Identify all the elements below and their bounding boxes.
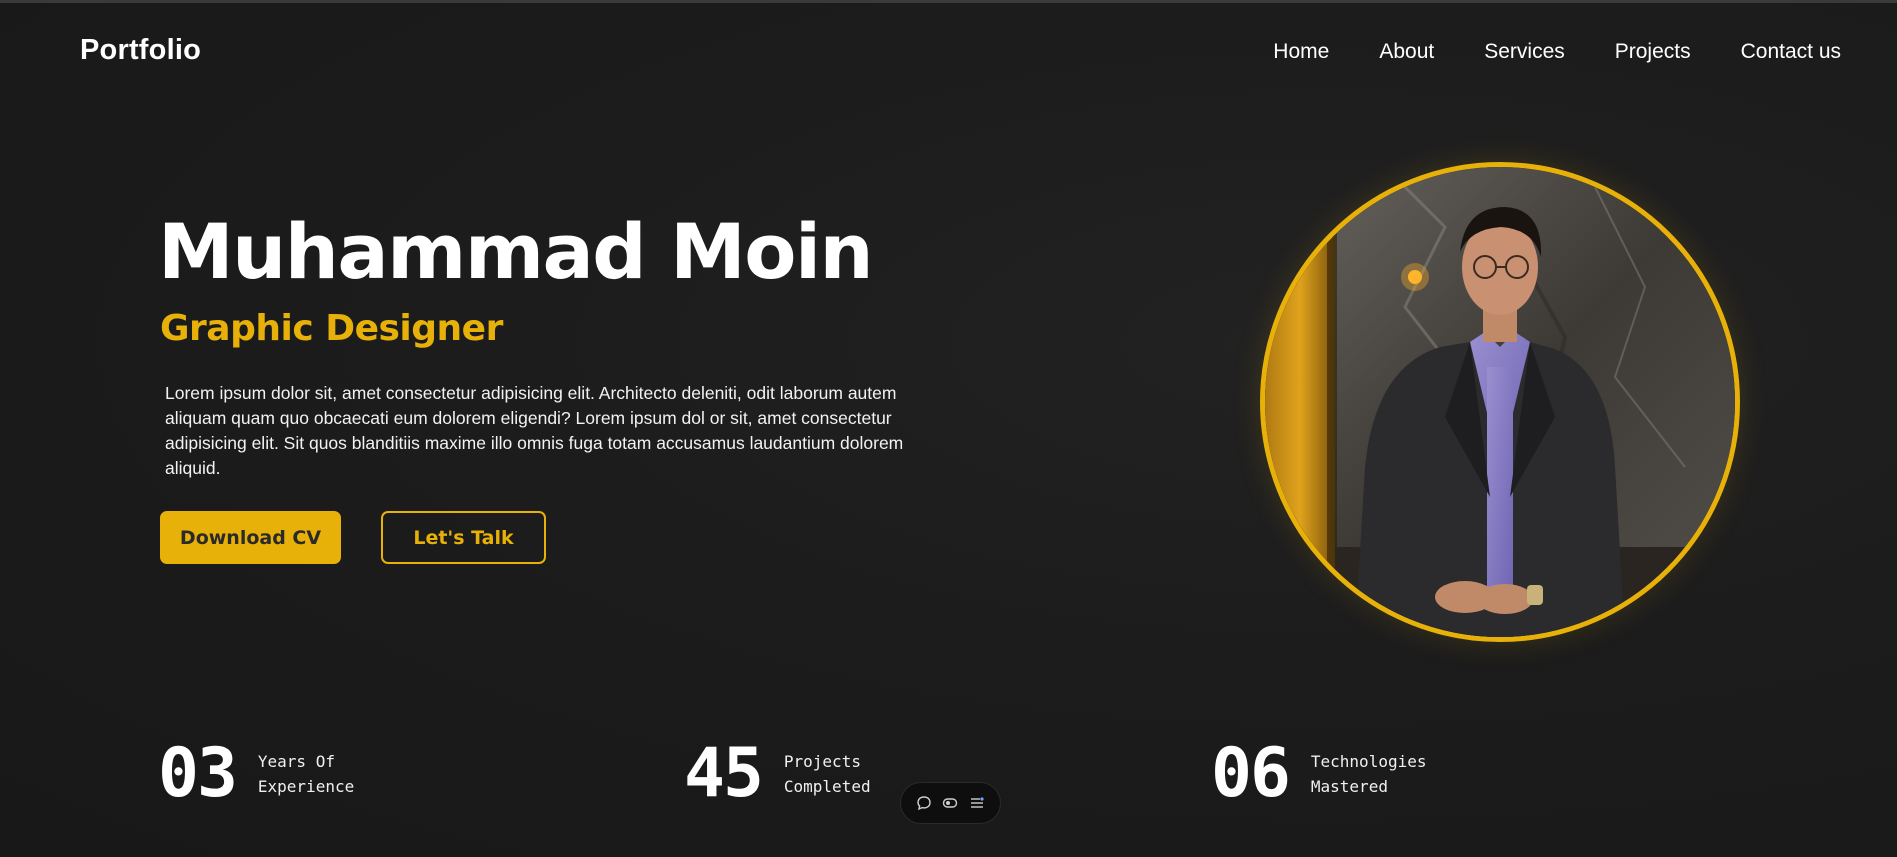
stat-projects: 45 Projects Completed <box>684 740 924 808</box>
floating-toolbar <box>900 782 1001 824</box>
nav-link-home[interactable]: Home <box>1273 40 1329 64</box>
stat-technologies: 06 Technologies Mastered <box>1211 740 1451 808</box>
stat-experience: 03 Years Of Experience <box>158 740 398 808</box>
list-settings-icon[interactable] <box>967 793 987 813</box>
stat-number: 03 <box>158 734 238 813</box>
profile-photo-illustration <box>1265 167 1735 637</box>
lets-talk-button[interactable]: Let's Talk <box>381 511 546 564</box>
main-nav: Home About Services Projects Contact us <box>1273 40 1841 64</box>
stat-number: 45 <box>684 734 764 813</box>
nav-link-about[interactable]: About <box>1379 40 1434 64</box>
stat-label: Years Of Experience <box>257 752 355 796</box>
nav-link-projects[interactable]: Projects <box>1615 40 1691 64</box>
hero-name: Muhammad Moin <box>158 207 874 296</box>
site-logo[interactable]: Portfolio <box>80 34 201 67</box>
comment-icon[interactable] <box>914 793 934 813</box>
top-border <box>0 0 1897 3</box>
toggle-icon[interactable] <box>940 793 960 813</box>
stat-label: Technologies Mastered <box>1310 752 1427 796</box>
hero-bio: Lorem ipsum dolor sit, amet consectetur … <box>165 383 904 478</box>
stat-number: 06 <box>1211 734 1291 813</box>
nav-link-services[interactable]: Services <box>1484 40 1565 64</box>
profile-photo <box>1260 162 1740 642</box>
nav-link-contact[interactable]: Contact us <box>1741 40 1841 64</box>
download-cv-button[interactable]: Download CV <box>160 511 341 564</box>
hero-role: Graphic Designer <box>160 308 503 349</box>
